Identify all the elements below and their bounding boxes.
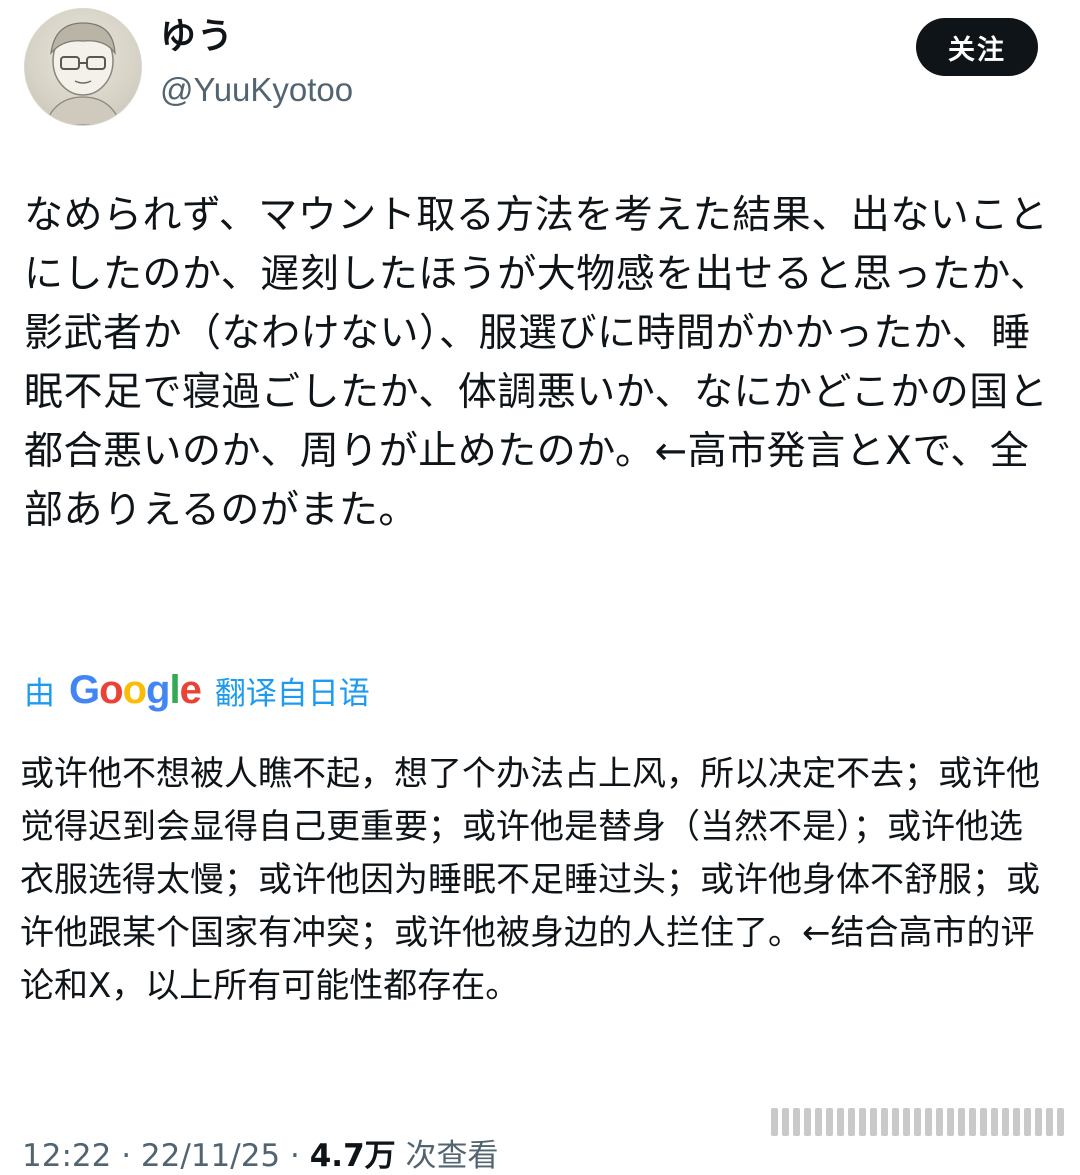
post-header: ゆう @YuuKyotoo 关注 [24, 8, 1056, 126]
views-label: 次查看 [405, 1138, 499, 1174]
post-meta: 12:22 · 22/11/25 · 4.7万 次查看 [22, 1138, 499, 1174]
google-logo: Google [69, 667, 202, 712]
watermark-bars [771, 1108, 1064, 1136]
display-name[interactable]: ゆう [160, 14, 353, 60]
post-translated-text: 或许他不想被人瞧不起，想了个办法占上风，所以决定不去；或许他觉得迟到会显得自己更… [20, 754, 1040, 1006]
post-date[interactable]: 22/11/25 [141, 1138, 280, 1174]
translation-attribution[interactable]: 由 Google 翻译自日语 [24, 668, 370, 712]
avatar-illustration [44, 22, 122, 125]
translate-prefix: 由 [24, 675, 55, 712]
translate-suffix: 翻译自日语 [214, 675, 370, 712]
avatar[interactable] [24, 8, 142, 126]
follow-button[interactable]: 关注 [916, 18, 1038, 76]
user-info[interactable]: ゆう @YuuKyotoo [160, 14, 353, 112]
post-time[interactable]: 12:22 [22, 1138, 111, 1174]
views-count: 4.7万 [309, 1138, 396, 1174]
user-handle[interactable]: @YuuKyotoo [160, 68, 353, 112]
post-original-text: なめられず、マウント取る方法を考えた結果、出ないことにしたのか、遅刻したほうが大… [24, 193, 1050, 533]
